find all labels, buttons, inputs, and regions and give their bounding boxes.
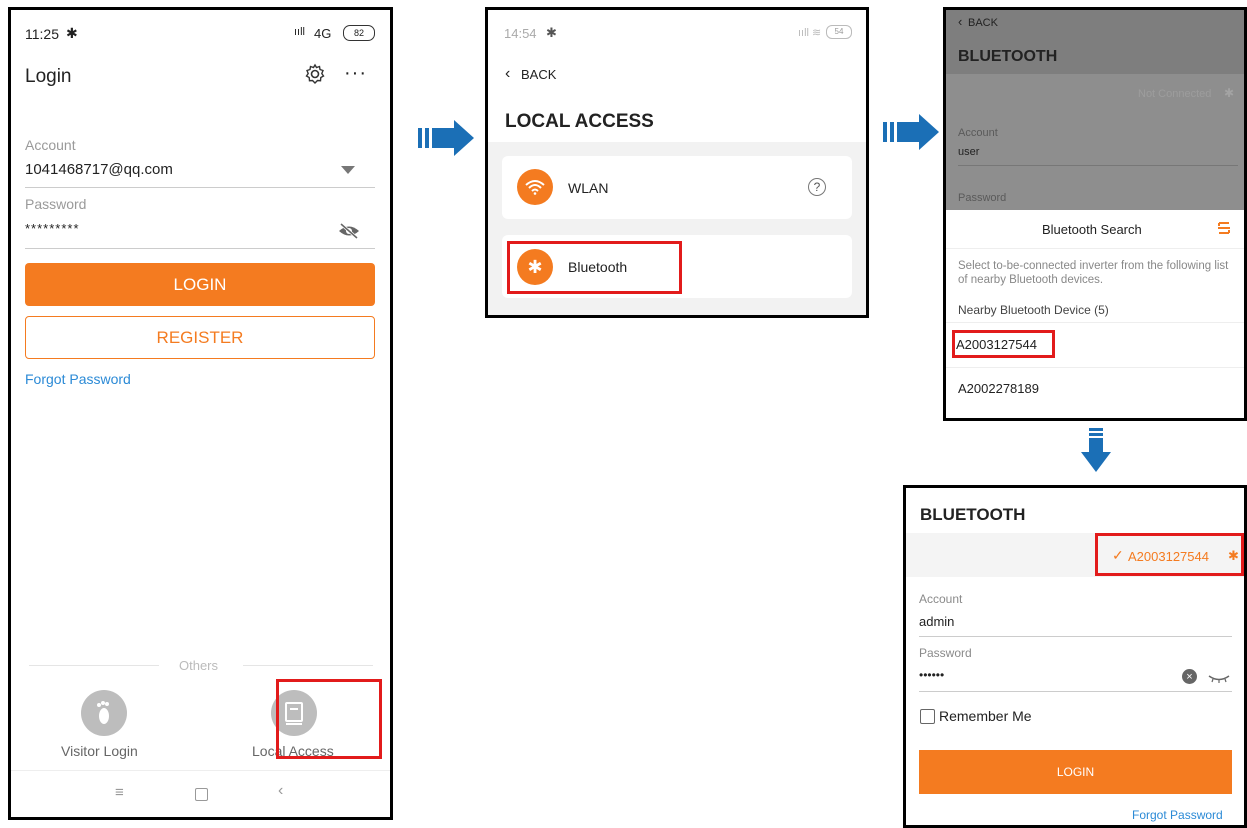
device-highlight — [952, 330, 1055, 358]
nearby-devices-header: Nearby Bluetooth Device (5) — [958, 303, 1109, 317]
back-button[interactable]: BACK — [968, 17, 998, 29]
account-label: Account — [25, 137, 76, 153]
flow-arrow-down — [1081, 428, 1111, 472]
register-button[interactable]: REGISTER — [25, 316, 375, 359]
account-underline — [919, 636, 1232, 637]
others-divider-left — [29, 665, 159, 666]
page-title: LOCAL ACCESS — [505, 111, 654, 132]
forgot-password-link[interactable]: Forgot Password — [1132, 808, 1223, 822]
bluetooth-status-icon: ✱ — [66, 25, 78, 41]
help-icon[interactable]: ? — [808, 178, 826, 196]
account-underline — [25, 187, 375, 188]
page-title: Login — [25, 66, 72, 87]
flow-arrow-right-2 — [883, 114, 939, 150]
status-time: 14:54 — [504, 26, 537, 41]
battery-icon: 82 — [343, 25, 375, 41]
refresh-scan-icon[interactable] — [1217, 220, 1231, 236]
bluetooth-status-icon: ✱ — [546, 25, 557, 40]
password-input[interactable]: ********* — [25, 221, 80, 236]
nav-back-icon[interactable]: ‹ — [278, 782, 283, 800]
sheet-title: Bluetooth Search — [1042, 222, 1142, 237]
back-chevron-icon[interactable]: ‹ — [505, 65, 510, 83]
account-dropdown-icon[interactable] — [341, 166, 355, 174]
account-underline — [958, 165, 1238, 166]
nav-menu-icon[interactable]: ≡ — [115, 784, 124, 801]
bluetooth-highlight — [507, 241, 682, 294]
account-label: Account — [958, 127, 998, 139]
password-underline — [25, 248, 375, 249]
others-label: Others — [179, 658, 219, 673]
back-button[interactable]: BACK — [521, 67, 556, 82]
password-input[interactable]: •••••• — [919, 668, 944, 682]
page-title: BLUETOOTH — [920, 505, 1026, 524]
wlan-label: WLAN — [568, 180, 609, 196]
settings-gear-icon[interactable] — [303, 62, 327, 86]
flow-arrow-right-1 — [418, 120, 474, 156]
battery-icon: 54 — [826, 25, 852, 39]
account-input[interactable]: admin — [919, 614, 954, 629]
clear-input-icon[interactable]: × — [1182, 669, 1197, 684]
wifi-status-icon: ııll ≋ — [798, 27, 822, 39]
login-button[interactable]: LOGIN — [919, 750, 1232, 794]
status-battery: 82 — [353, 28, 364, 38]
signal-icon: ııll — [294, 26, 305, 38]
phone-login-screen: 11:25 ✱ ııll 4G 82 Login ··· Account 104… — [8, 7, 393, 820]
footprint-icon — [97, 701, 109, 724]
device-divider — [946, 367, 1244, 368]
account-input[interactable]: user — [958, 146, 979, 158]
page-title: BLUETOOTH — [958, 48, 1058, 65]
phone-local-access-screen: 14:54 ✱ ııll ≋ 54 ‹ BACK LOCAL ACCESS WL… — [485, 7, 869, 318]
account-input[interactable]: 1041468717@qq.com — [25, 161, 173, 178]
visitor-login-button[interactable] — [81, 690, 127, 736]
wlan-option[interactable] — [502, 156, 852, 219]
status-time: 11:25 — [25, 26, 59, 42]
local-access-highlight — [276, 679, 382, 759]
back-chevron-icon[interactable]: ‹ — [958, 14, 962, 29]
nav-home-icon[interactable] — [195, 788, 208, 801]
status-signal: 4G — [314, 26, 332, 41]
others-divider-right — [243, 665, 373, 666]
phone-bluetooth-search-screen: ‹ BACK BLUETOOTH Not Connected ✱ Account… — [943, 7, 1247, 421]
more-menu-icon[interactable]: ··· — [344, 62, 367, 85]
visitor-login-label: Visitor Login — [61, 743, 138, 759]
account-label: Account — [919, 592, 963, 606]
device-divider-top — [946, 322, 1244, 323]
remember-me-label: Remember Me — [939, 708, 1032, 724]
password-label: Password — [919, 646, 972, 660]
instruction-text: Select to-be-connected inverter from the… — [958, 260, 1229, 286]
not-connected-status: Not Connected — [1138, 88, 1212, 100]
sheet-header-divider — [946, 248, 1244, 249]
closed-eye-icon[interactable] — [1208, 671, 1230, 683]
wifi-icon — [517, 169, 553, 205]
bluetooth-status-icon: ✱ — [1224, 86, 1235, 100]
password-underline — [919, 691, 1232, 692]
connected-device-highlight — [1095, 533, 1244, 576]
remember-me-checkbox[interactable] — [920, 709, 935, 724]
forgot-password-link[interactable]: Forgot Password — [25, 371, 131, 387]
login-button[interactable]: LOGIN — [25, 263, 375, 306]
phone-bluetooth-login-screen: BLUETOOTH ✓ A2003127544 ✱ Account admin … — [903, 485, 1247, 828]
status-battery: 54 — [834, 27, 844, 36]
device-list-item[interactable]: A2002278189 — [958, 381, 1039, 396]
nav-bar-divider — [11, 770, 390, 771]
hide-password-icon[interactable] — [337, 222, 361, 240]
password-label: Password — [958, 192, 1007, 204]
password-label: Password — [25, 196, 87, 212]
